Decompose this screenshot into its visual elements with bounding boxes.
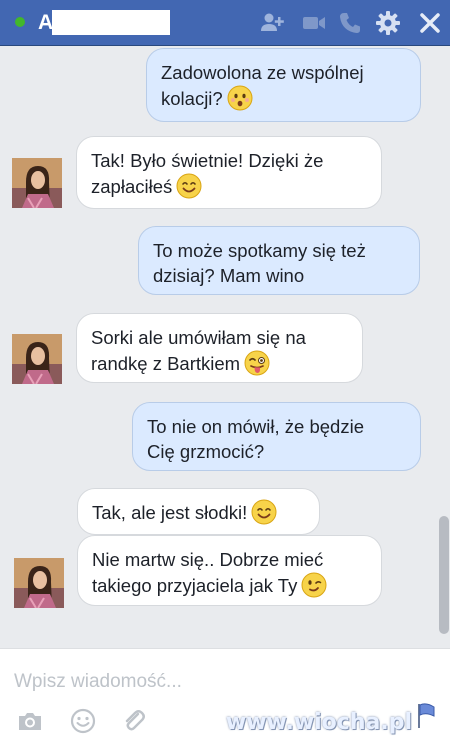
wink-emoji-icon [301,572,327,598]
message-line: To może spotkamy się też [153,240,366,261]
incoming-message[interactable]: Nie martw się.. Dobrze mieć takiego przy… [77,535,382,606]
incoming-message[interactable]: Sorki ale umówiłam się na randkę z Bartk… [76,313,363,383]
scrollbar-thumb[interactable] [439,516,449,634]
contact-avatar[interactable] [14,558,64,608]
surprised-emoji-icon [227,85,253,111]
flag-logo-icon [418,703,435,728]
message-line: Zadowolona ze wspólnej [161,62,364,83]
phone-icon[interactable] [336,9,364,37]
incoming-message[interactable]: Tak! Było świetnie! Dzięki że zapłaciłeś [76,136,382,209]
message-line: Cię grzmocić? [147,441,265,462]
outgoing-message[interactable]: To nie on mówił, że będzie Cię grzmocić? [132,402,421,471]
attachment-icon[interactable] [120,707,148,735]
add-friend-icon[interactable] [258,9,286,37]
contact-avatar[interactable] [12,334,62,384]
online-status-dot [15,17,25,27]
close-icon[interactable] [416,9,444,37]
scrollbar-track[interactable] [438,46,450,648]
message-line: Sorki ale umówiłam się na [91,327,306,348]
watermark: www.wiocha.pl [225,710,412,735]
emoji-icon[interactable] [69,707,97,735]
message-line: takiego przyjaciela jak Ty [92,575,298,596]
camera-icon[interactable] [16,707,44,735]
name-redaction [52,10,170,35]
chat-header: A [0,0,450,46]
smile-emoji-icon [176,173,202,199]
outgoing-message[interactable]: To może spotkamy się też dzisiaj? Mam wi… [138,226,420,295]
smile-emoji-icon [251,499,277,525]
message-composer [0,648,450,751]
tongue-emoji-icon [244,350,270,376]
contact-name[interactable]: A [38,11,53,35]
message-line: Tak, ale jest słodki! [92,502,248,523]
message-list[interactable]: Zadowolona ze wspólnej kolacji? Tak! Był… [0,46,450,648]
outgoing-message[interactable]: Zadowolona ze wspólnej kolacji? [146,48,421,122]
message-line: Tak! Było świetnie! Dzięki że [91,150,324,171]
contact-avatar[interactable] [12,158,62,208]
message-line: To nie on mówił, że będzie [147,416,364,437]
gear-icon[interactable] [374,9,402,37]
message-line: zapłaciłeś [91,176,173,197]
message-line: dzisiaj? Mam wino [153,265,305,286]
message-input[interactable] [14,669,394,695]
message-line: kolacji? [161,88,223,109]
message-line: randkę z Bartkiem [91,353,241,374]
incoming-message[interactable]: Tak, ale jest słodki! [77,488,320,535]
message-line: Nie martw się.. Dobrze mieć [92,549,324,570]
video-call-icon[interactable] [300,9,328,37]
